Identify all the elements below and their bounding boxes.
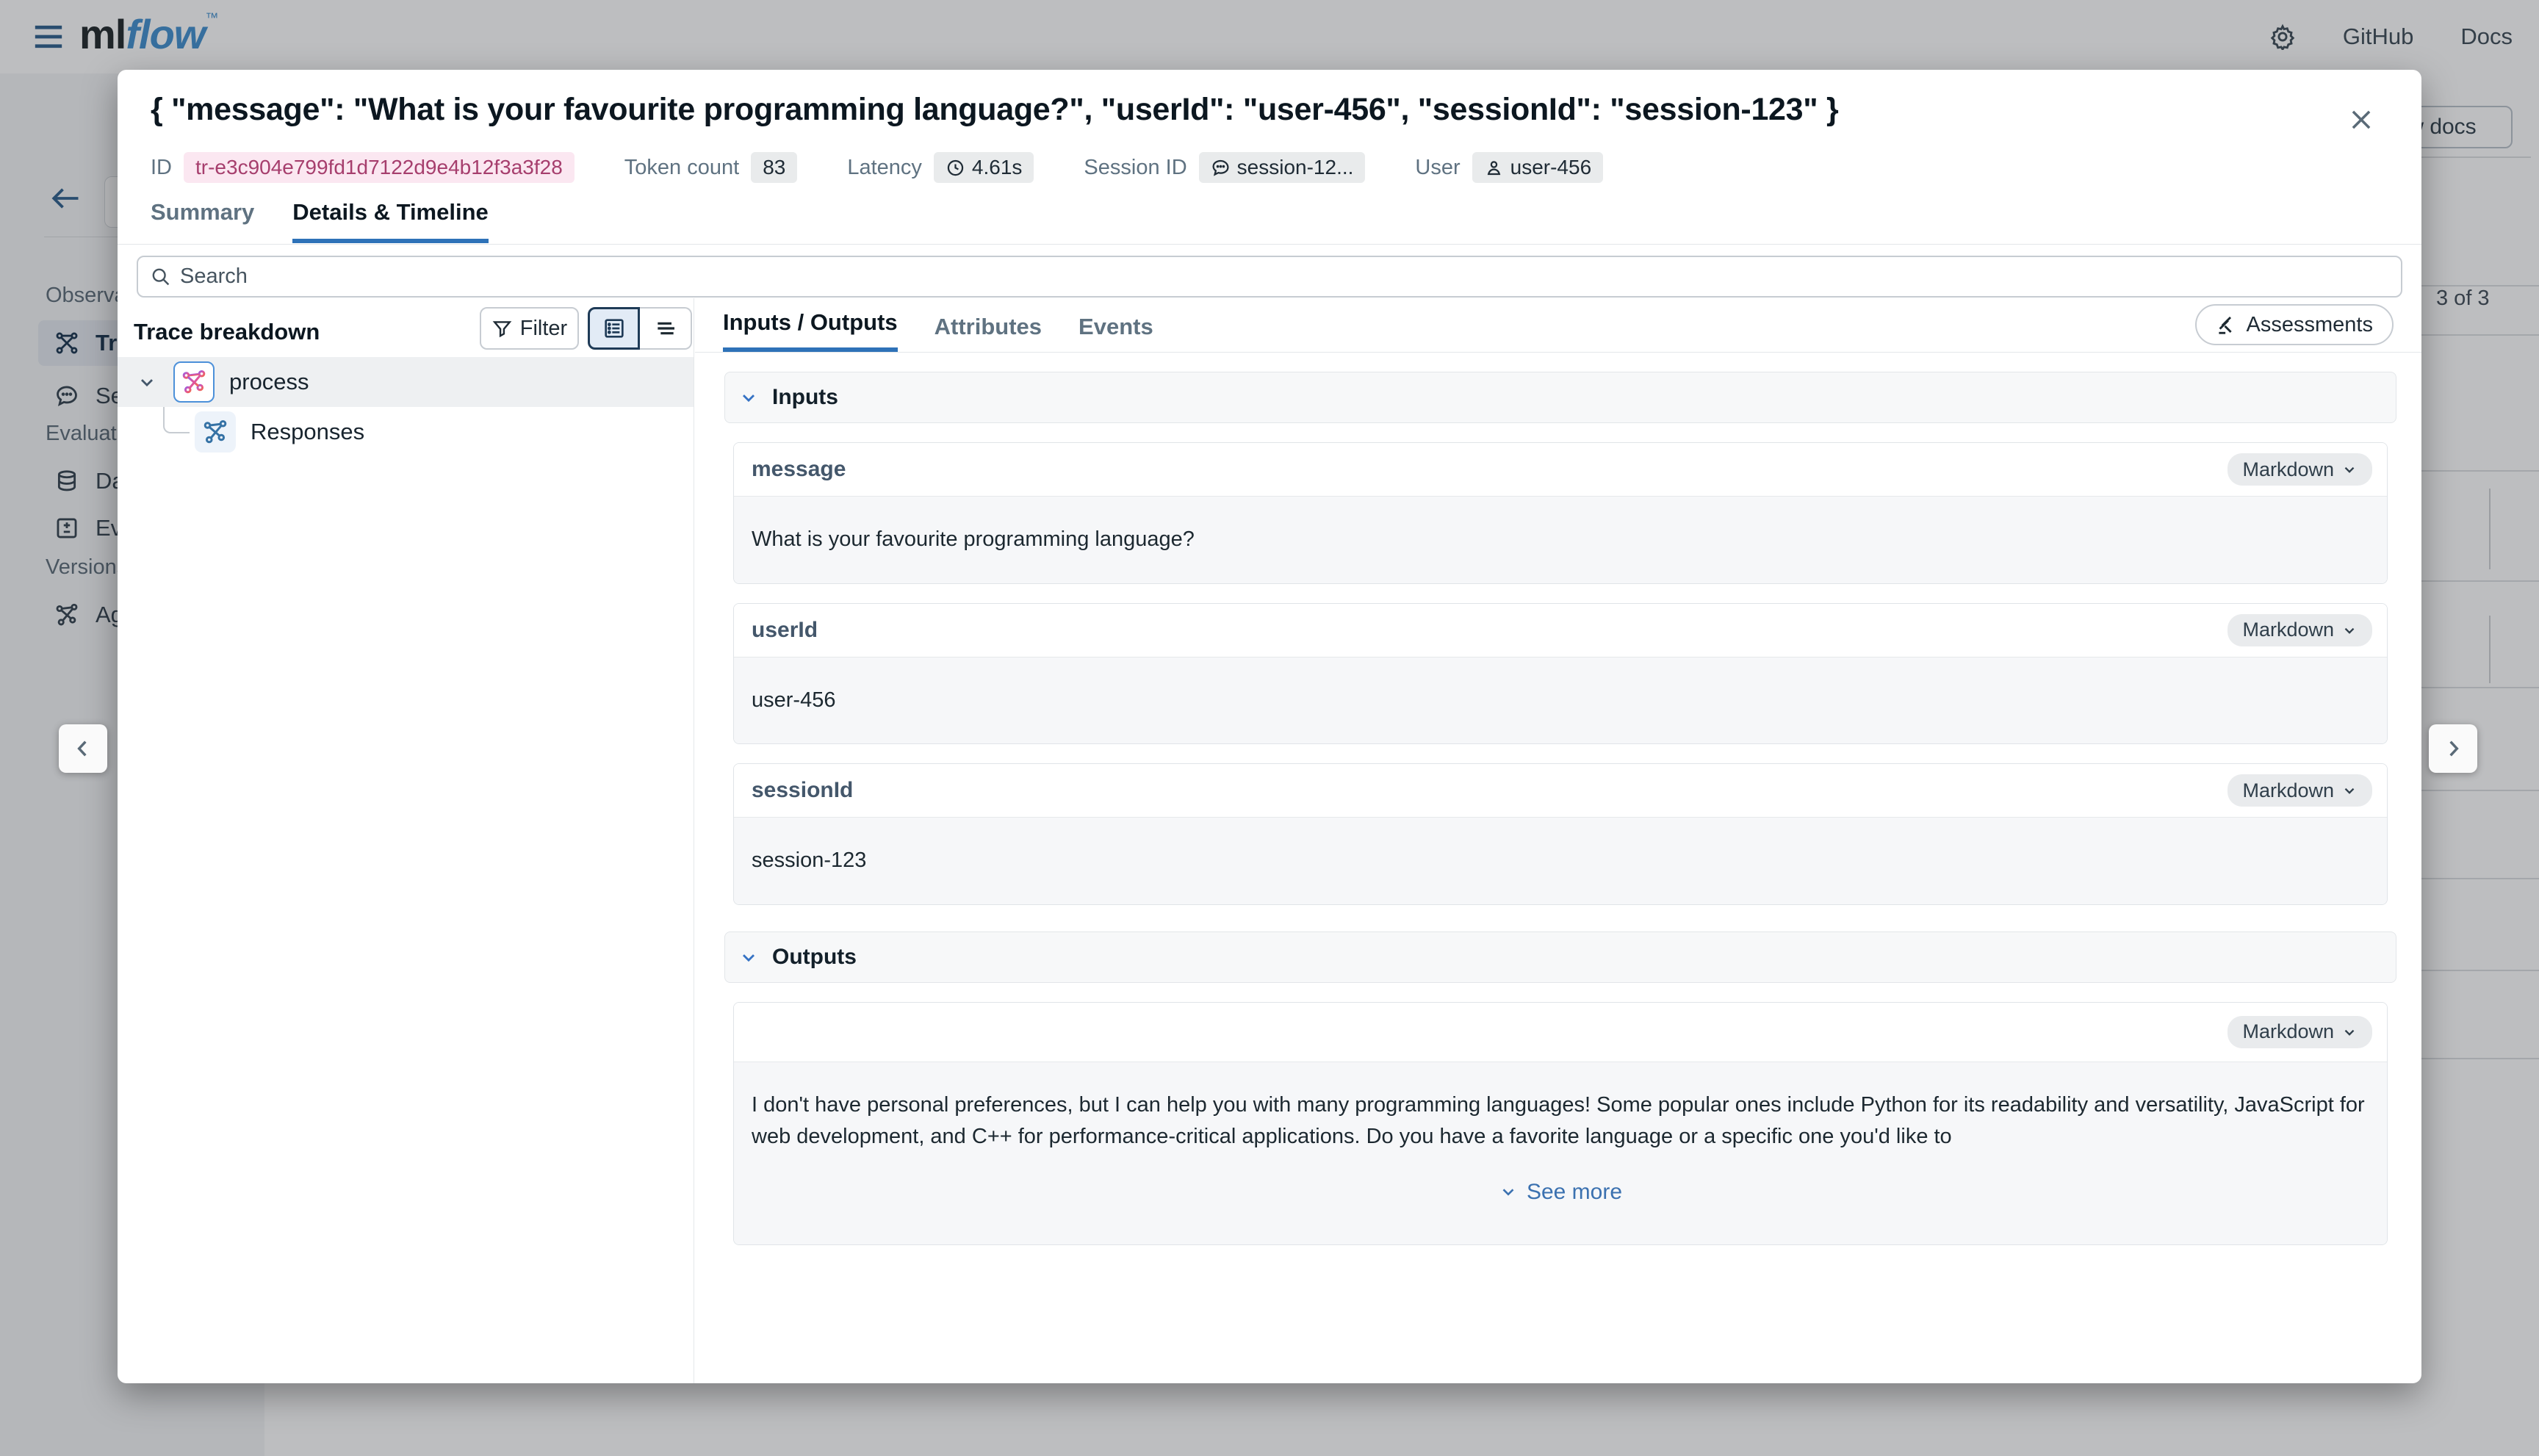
modal-title: { "message": "What is your favourite pro… <box>151 92 2281 128</box>
token-count-label: Token count <box>624 156 739 180</box>
modal-body: Trace breakdown Filter <box>118 298 2421 1383</box>
format-dropdown[interactable]: Markdown <box>2228 1016 2372 1048</box>
span-label: Responses <box>251 419 364 445</box>
screen: mlflow™ GitHub Docs Observabi Trac <box>0 0 2539 1456</box>
trace-breakdown-panel: Trace breakdown Filter <box>118 298 694 1383</box>
assessments-icon <box>2216 314 2238 336</box>
inputs-header-label: Inputs <box>772 385 838 410</box>
assessments-label: Assessments <box>2247 313 2373 337</box>
user-badge[interactable]: user-456 <box>1472 152 1604 183</box>
filter-label: Filter <box>520 317 567 341</box>
user-icon <box>1484 158 1504 178</box>
inputs-section-header[interactable]: Inputs <box>724 372 2396 423</box>
search-input[interactable] <box>180 264 2401 289</box>
chevron-down-icon <box>738 387 759 408</box>
chevron-down-icon <box>2341 461 2358 477</box>
output-text: I don't have personal preferences, but I… <box>752 1089 2369 1153</box>
see-more-label: See more <box>1527 1175 1622 1208</box>
id-label: ID <box>151 156 172 180</box>
span-detail-panel: Inputs / Outputs Attributes Events Asses… <box>695 298 2421 1383</box>
span-row-process[interactable]: process <box>118 357 694 407</box>
timeline-view-button[interactable] <box>640 307 692 350</box>
output-value-area: I don't have personal preferences, but I… <box>734 1062 2387 1244</box>
tree-view-button[interactable] <box>588 307 640 350</box>
chevron-down-icon <box>1499 1182 1518 1201</box>
tabs-divider <box>118 244 2421 245</box>
chevron-down-icon <box>2341 1024 2358 1040</box>
assessments-button[interactable]: Assessments <box>2195 304 2394 345</box>
trace-id-badge[interactable]: tr-e3c904e799fd1d7122d9e4b12f3a3f28 <box>184 152 575 183</box>
input-field-userid: userId Markdown user-456 <box>733 603 2388 745</box>
inputs-outputs-content: Inputs message Markdown What is your fav… <box>724 372 2396 1264</box>
chevron-left-icon <box>71 737 95 760</box>
chevron-down-icon <box>2341 782 2358 799</box>
filter-funnel-icon <box>491 318 513 339</box>
latency-badge: 4.61s <box>934 152 1034 183</box>
outputs-section-header[interactable]: Outputs <box>724 931 2396 983</box>
input-field-sessionid: sessionId Markdown session-123 <box>733 763 2388 905</box>
list-view-icon <box>602 317 626 340</box>
chevron-down-icon <box>2341 622 2358 638</box>
chevron-right-icon <box>2441 737 2465 760</box>
span-label: process <box>229 369 309 395</box>
responses-span-icon <box>195 411 236 453</box>
field-name: message <box>752 457 846 482</box>
clock-icon <box>946 158 965 178</box>
next-trace-button[interactable] <box>2429 724 2477 773</box>
process-span-icon <box>173 361 215 403</box>
field-name: sessionId <box>752 778 853 803</box>
field-value: session-123 <box>734 817 2387 904</box>
tab-events[interactable]: Events <box>1078 314 1153 352</box>
chevron-down-icon <box>738 947 759 967</box>
session-id-label: Session ID <box>1084 156 1186 180</box>
span-row-responses[interactable]: Responses <box>118 407 694 457</box>
view-toggle <box>588 307 692 350</box>
field-name: userId <box>752 618 818 643</box>
tab-inputs-outputs[interactable]: Inputs / Outputs <box>723 309 898 352</box>
gantt-view-icon <box>654 317 677 340</box>
field-value: What is your favourite programming langu… <box>734 496 2387 583</box>
previous-trace-button[interactable] <box>59 724 107 773</box>
trace-detail-modal: { "message": "What is your favourite pro… <box>118 70 2421 1383</box>
user-label: User <box>1415 156 1460 180</box>
close-icon[interactable] <box>2344 102 2379 137</box>
token-count-badge: 83 <box>751 152 797 183</box>
chevron-down-icon[interactable] <box>137 372 157 392</box>
tab-details-timeline[interactable]: Details & Timeline <box>292 199 488 243</box>
see-more-link[interactable]: See more <box>752 1175 2369 1208</box>
latency-label: Latency <box>847 156 922 180</box>
input-field-message: message Markdown What is your favourite … <box>733 442 2388 584</box>
trace-breakdown-title: Trace breakdown <box>134 319 320 345</box>
outputs-header-label: Outputs <box>772 945 857 970</box>
field-value: user-456 <box>734 657 2387 744</box>
detail-tabs: Inputs / Outputs Attributes Events <box>695 298 2421 353</box>
session-id-badge[interactable]: session-12... <box>1199 152 1366 183</box>
search-bar[interactable] <box>137 256 2402 298</box>
search-icon <box>150 266 171 287</box>
filter-button[interactable]: Filter <box>480 307 579 350</box>
format-dropdown[interactable]: Markdown <box>2228 614 2372 646</box>
format-dropdown[interactable]: Markdown <box>2228 774 2372 807</box>
modal-tabs: Summary Details & Timeline <box>151 199 489 243</box>
trace-metadata-row: ID tr-e3c904e799fd1d7122d9e4b12f3a3f28 T… <box>151 152 1603 183</box>
session-bubble-icon <box>1211 158 1231 178</box>
format-dropdown[interactable]: Markdown <box>2228 453 2372 486</box>
tab-attributes[interactable]: Attributes <box>934 314 1042 352</box>
output-field: Markdown I don't have personal preferenc… <box>733 1002 2388 1245</box>
tab-summary[interactable]: Summary <box>151 199 254 243</box>
